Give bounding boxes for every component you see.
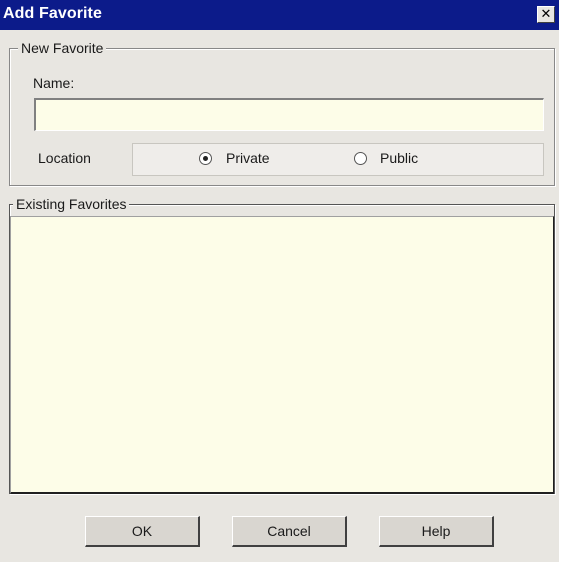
location-label: Location	[38, 150, 91, 166]
existing-favorites-legend: Existing Favorites	[13, 196, 130, 212]
name-field[interactable]	[34, 98, 544, 131]
new-favorite-legend: New Favorite	[18, 40, 107, 56]
radio-private-label[interactable]: Private	[226, 150, 270, 166]
close-button[interactable]: ✕	[537, 6, 555, 23]
help-button[interactable]: Help	[379, 516, 494, 547]
dialog-title: Add Favorite	[3, 5, 102, 22]
radio-private[interactable]	[199, 152, 212, 165]
radio-public[interactable]	[354, 152, 367, 165]
close-icon: ✕	[540, 7, 552, 22]
location-radio-group: Private Public	[132, 143, 544, 176]
new-favorite-group: New Favorite Name: Location Private Publ…	[9, 40, 555, 186]
add-favorite-dialog: Add Favorite ✕ New Favorite Name: Locati…	[0, 0, 559, 562]
radio-public-label[interactable]: Public	[380, 150, 418, 166]
title-bar[interactable]: Add Favorite ✕	[0, 0, 559, 30]
existing-favorites-list[interactable]	[10, 216, 554, 494]
ok-button[interactable]: OK	[85, 516, 200, 547]
name-label: Name:	[33, 75, 75, 91]
cancel-button[interactable]: Cancel	[232, 516, 347, 547]
